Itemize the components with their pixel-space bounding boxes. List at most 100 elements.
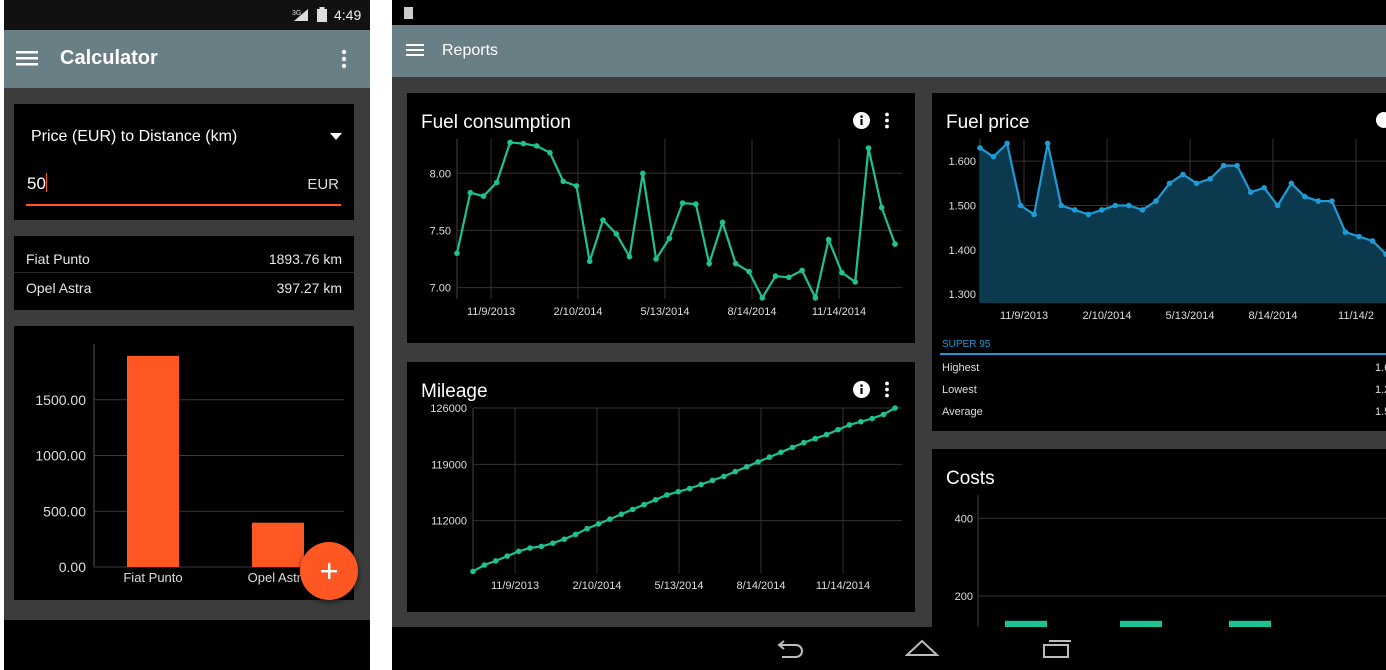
data-point [880,411,887,418]
conversion-mode-dropdown[interactable]: Price (EUR) to Distance (km) [14,104,354,154]
y-tick-label: 119000 [431,459,467,471]
x-tick-label: 11/14/2 [1338,310,1374,322]
data-point [825,236,832,243]
status-time: 4:49 [334,7,362,23]
data-point [1180,171,1186,178]
data-point [1302,193,1308,200]
list-item: Fiat Punto 1893.76 km [14,236,354,273]
data-point [1031,211,1037,218]
fuel-type-tab[interactable]: SUPER 95 [940,337,1386,355]
data-point [852,279,858,285]
data-point [538,543,545,550]
data-point [846,422,853,428]
stats-label: Average [942,406,983,418]
x-tick-label: 2/10/2014 [1083,310,1132,322]
menu-icon[interactable] [406,43,424,57]
y-tick-label: 200 [955,591,973,603]
data-point [892,241,898,247]
data-point [1153,198,1159,204]
data-point [865,145,872,151]
x-tick-label: Fiat Punto [123,570,182,585]
x-tick-label: 5/13/2014 [641,306,690,318]
data-point [666,235,673,242]
stats-row: Highest 1.6 [932,357,1386,379]
data-point [1166,180,1173,187]
data-point [1356,233,1362,240]
fuel-price-card: Fuel price 1.300 1.400 1.500 1.600 11/9/2013… [932,93,1386,431]
info-icon[interactable] [1376,112,1386,128]
more-options-icon[interactable] [884,381,890,398]
results-card: Fiat Punto 1893.76 km Opel Astra 397.27 … [14,236,354,310]
data-point [1207,176,1213,182]
data-point [679,200,686,206]
data-point [1247,189,1254,195]
recents-icon[interactable] [1042,639,1072,659]
data-point [641,501,647,508]
data-point [595,521,602,527]
data-point [1099,207,1105,213]
chevron-down-icon [330,133,342,140]
calculator-content: Price (EUR) to Distance (km) 50 EUR Fiat… [4,88,370,620]
data-point [721,473,727,480]
more-options-icon[interactable] [884,112,890,129]
data-point [812,295,819,301]
info-icon[interactable] [853,112,870,129]
app-bar: Calculator [4,30,370,88]
data-point [1315,198,1322,204]
more-options-icon[interactable] [340,48,348,70]
data-point [1329,198,1335,204]
input-underline [26,204,341,206]
data-point [1085,211,1092,218]
data-point [572,531,579,538]
menu-icon[interactable] [16,49,38,67]
y-tick-label: 7.50 [430,225,451,237]
vehicle-name: Fiat Punto [26,251,90,267]
page-title: Reports [442,42,499,59]
y-tick-label: 1.300 [948,289,976,301]
y-tick-label: 112000 [431,516,467,528]
data-point [878,204,885,211]
data-point [527,545,533,551]
fuel-consumption-card: Fuel consumption 7.00 7.50 8.00 11/9/2013 2/… [407,93,915,343]
data-point [1071,207,1078,213]
data-point [1220,162,1227,169]
x-tick-label: 11/9/2013 [491,580,539,592]
amount-value: 50 [27,174,46,193]
data-point [1261,185,1267,191]
text-cursor [46,173,47,192]
data-point [454,250,460,257]
x-tick-label: 2/10/2014 [554,306,603,318]
y-tick-label: 1000.00 [35,448,86,464]
stats-row: Lowest 1.2 [932,379,1386,401]
data-point [835,426,841,433]
y-tick-label: 1.400 [948,245,976,257]
data-point [990,153,997,160]
data-point [573,183,580,189]
data-point [772,273,779,279]
x-tick-label: 5/13/2014 [655,580,704,592]
data-point [1274,202,1281,209]
y-tick-label: 8.00 [430,168,451,180]
y-tick-label: 126000 [430,403,467,415]
amount-input[interactable]: 50 EUR [26,164,341,206]
data-point [675,488,682,495]
add-button[interactable] [300,542,358,600]
page-title: Calculator [60,47,158,69]
data-point [755,459,761,465]
data-point [812,435,818,442]
series-line [455,141,897,302]
vehicle-distance: 397.27 km [276,280,342,296]
home-icon[interactable] [905,639,939,657]
data-point [686,485,693,492]
stats-label: Lowest [942,384,977,396]
y-tick-label: 400 [955,513,973,525]
data-point [586,258,593,265]
data-point [640,170,646,177]
data-point [507,139,513,146]
info-icon[interactable] [853,381,870,398]
data-point [533,143,540,149]
data-point [494,179,500,186]
back-icon[interactable] [774,640,804,658]
data-point [480,193,487,199]
data-point [504,553,510,559]
